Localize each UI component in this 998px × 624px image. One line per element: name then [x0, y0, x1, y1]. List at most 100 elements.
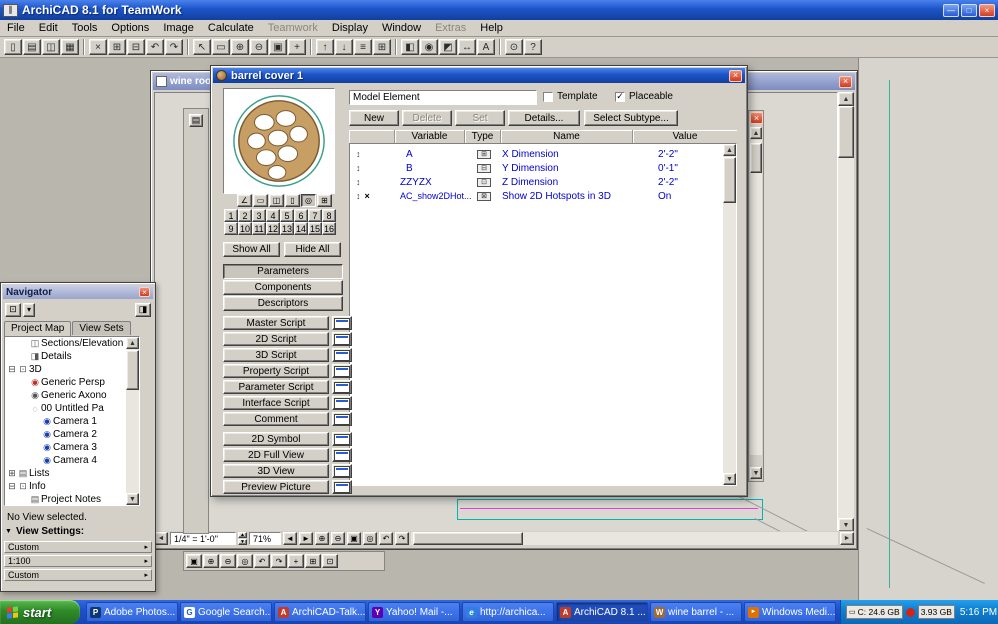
palette-menu-icon[interactable]: ◨ — [135, 302, 151, 317]
2d-script-button[interactable]: 2D Script — [223, 332, 329, 346]
3d-script-button[interactable]: 3D Script — [223, 348, 329, 362]
open-3d-view-icon[interactable] — [332, 464, 352, 478]
param-slot-8[interactable]: 8 — [322, 209, 336, 222]
header-variable[interactable]: Variable — [395, 130, 465, 143]
param-slot-6[interactable]: 6 — [294, 209, 308, 222]
cell-name[interactable]: Y Dimension — [502, 163, 634, 174]
home-icon[interactable]: ⊡ — [322, 554, 338, 568]
fit-view-icon[interactable]: ▣ — [269, 39, 287, 55]
collapse-icon[interactable]: ⊟ — [7, 481, 17, 492]
pan-icon[interactable]: + — [288, 554, 304, 568]
view-setting-custom-2[interactable]: Custom ▸ — [4, 569, 152, 581]
scale-down-icon[interactable]: ▼ — [238, 539, 247, 545]
tree-item[interactable]: ◉ Camera 1 — [5, 415, 126, 428]
tab-project-map[interactable]: Project Map — [4, 321, 72, 336]
param-slot-11[interactable]: 11 — [252, 222, 266, 235]
show-all-button[interactable]: Show All — [223, 242, 280, 257]
help-icon[interactable]: ? — [524, 39, 542, 55]
chevron-down-icon[interactable]: ▼ — [5, 528, 12, 535]
param-slot-14[interactable]: 14 — [294, 222, 308, 235]
scroll-thumb[interactable] — [413, 532, 523, 545]
taskbar-task-google[interactable]: G Google Search... — [180, 602, 272, 622]
fit-view-icon[interactable]: ▣ — [347, 532, 361, 545]
move-row-icon[interactable]: ↕ — [356, 191, 361, 201]
taskbar-task-archicad[interactable]: A ArchiCAD 8.1 ... — [556, 602, 648, 622]
paste-icon[interactable]: ⊟ — [127, 39, 145, 55]
save-icon[interactable]: ◫ — [42, 39, 60, 55]
cell-variable[interactable]: A — [396, 149, 466, 160]
tree-item[interactable]: ▤ Project Notes — [5, 493, 126, 505]
components-section-button[interactable]: Components — [223, 280, 343, 295]
param-slot-16[interactable]: 16 — [322, 222, 336, 235]
free-space-badge[interactable]: 3.93 GB — [917, 605, 955, 619]
table-row[interactable]: ↕ A ⊞ X Dimension 2'-2" — [350, 147, 723, 161]
side-view-toggle-icon[interactable]: ▯ — [285, 194, 300, 207]
cell-name[interactable]: X Dimension — [502, 149, 634, 160]
story-down-icon[interactable]: ↓ — [335, 39, 353, 55]
checkbox-checked-icon[interactable]: ✓ — [615, 91, 625, 102]
param-slot-2[interactable]: 2 — [238, 209, 252, 222]
2d-symbol-button[interactable]: 2D Symbol — [223, 432, 329, 446]
param-slot-1[interactable]: 1 — [224, 209, 238, 222]
v-scrollbar[interactable]: ▲ ▼ — [126, 337, 139, 505]
header-name[interactable]: Name — [501, 130, 633, 143]
subtype-field[interactable]: Model Element — [349, 90, 537, 105]
new-icon[interactable]: ▯ — [4, 39, 22, 55]
disk-space-badge[interactable]: ▭ C: 24.6 GB — [846, 605, 903, 619]
cell-variable[interactable]: AC_show2DHot... — [396, 191, 472, 201]
cell-variable[interactable]: ZZYZX — [396, 177, 466, 188]
fit-view-icon[interactable]: ▣ — [186, 554, 202, 568]
param-slot-12[interactable]: 12 — [266, 222, 280, 235]
tab-view-sets[interactable]: View Sets — [72, 320, 131, 335]
menu-edit[interactable]: Edit — [32, 21, 65, 35]
descriptors-section-button[interactable]: Descriptors — [223, 296, 343, 311]
previous-view-icon[interactable]: ↶ — [379, 532, 393, 545]
param-slot-10[interactable]: 10 — [238, 222, 252, 235]
taskbar-task-media-player[interactable]: ► Windows Medi... — [744, 602, 836, 622]
scroll-left-icon[interactable]: ◄ — [154, 532, 168, 545]
next-view-icon[interactable]: ↷ — [395, 532, 409, 545]
orbit-icon[interactable]: ◎ — [363, 532, 377, 545]
h-scrollbar[interactable] — [411, 532, 838, 545]
open-2d-view-icon[interactable] — [332, 448, 352, 462]
tree-item[interactable]: ◉ Camera 2 — [5, 428, 126, 441]
copy-icon[interactable]: ⊞ — [108, 39, 126, 55]
menu-calculate[interactable]: Calculate — [201, 21, 261, 35]
2d-full-view-button[interactable]: 2D Full View — [223, 448, 329, 462]
tree-item[interactable]: ◉ Generic Axono — [5, 389, 126, 402]
zoom-in-icon[interactable]: ⊕ — [315, 532, 329, 545]
pan-icon[interactable]: + — [288, 39, 306, 55]
pan-left-icon[interactable]: ◄ — [283, 532, 297, 545]
restore-button[interactable]: □ — [961, 3, 977, 17]
clock[interactable]: 5:16 PM — [960, 607, 997, 618]
hotspots-toggle-icon[interactable]: ∠ — [237, 194, 252, 207]
tree-item[interactable]: ◉ Generic Persp — [5, 376, 126, 389]
taskbar-task-browser[interactable]: e http://archica... — [462, 602, 554, 622]
move-row-icon[interactable]: ↕ — [356, 149, 361, 159]
cell-name[interactable]: Show 2D Hotspots in 3D — [502, 191, 634, 202]
param-slot-3[interactable]: 3 — [252, 209, 266, 222]
zoom-out-icon[interactable]: ⊖ — [250, 39, 268, 55]
zoom-percent-icon[interactable]: ⊙ — [505, 39, 523, 55]
hide-all-button[interactable]: Hide All — [284, 242, 341, 257]
preview-toggle-icon[interactable]: ◎ — [301, 194, 316, 207]
tree-item[interactable]: ◉ Camera 3 — [5, 441, 126, 454]
property-script-button[interactable]: Property Script — [223, 364, 329, 378]
param-slot-7[interactable]: 7 — [308, 209, 322, 222]
cell-value[interactable]: 2'-2" — [634, 149, 723, 160]
layers-icon[interactable]: ≡ — [354, 39, 372, 55]
text-icon[interactable]: A — [477, 39, 495, 55]
taskbar-task-photoshop[interactable]: P Adobe Photos... — [86, 602, 178, 622]
v-scrollbar[interactable]: ▲ ▼ — [723, 144, 736, 485]
redo-icon[interactable]: ↷ — [165, 39, 183, 55]
param-slot-4[interactable]: 4 — [266, 209, 280, 222]
open-script-window-icon[interactable] — [332, 412, 352, 426]
close-icon[interactable]: × — [729, 69, 742, 82]
menu-image[interactable]: Image — [156, 21, 201, 35]
scroll-thumb[interactable] — [838, 106, 854, 158]
close-icon[interactable]: × — [750, 112, 763, 124]
view-setting-scale[interactable]: 1:100 ▸ — [4, 555, 152, 567]
tree-item[interactable]: ◨ Details — [5, 350, 126, 363]
dialog-titlebar[interactable]: barrel cover 1 × — [213, 68, 745, 83]
open-script-window-icon[interactable] — [332, 396, 352, 410]
